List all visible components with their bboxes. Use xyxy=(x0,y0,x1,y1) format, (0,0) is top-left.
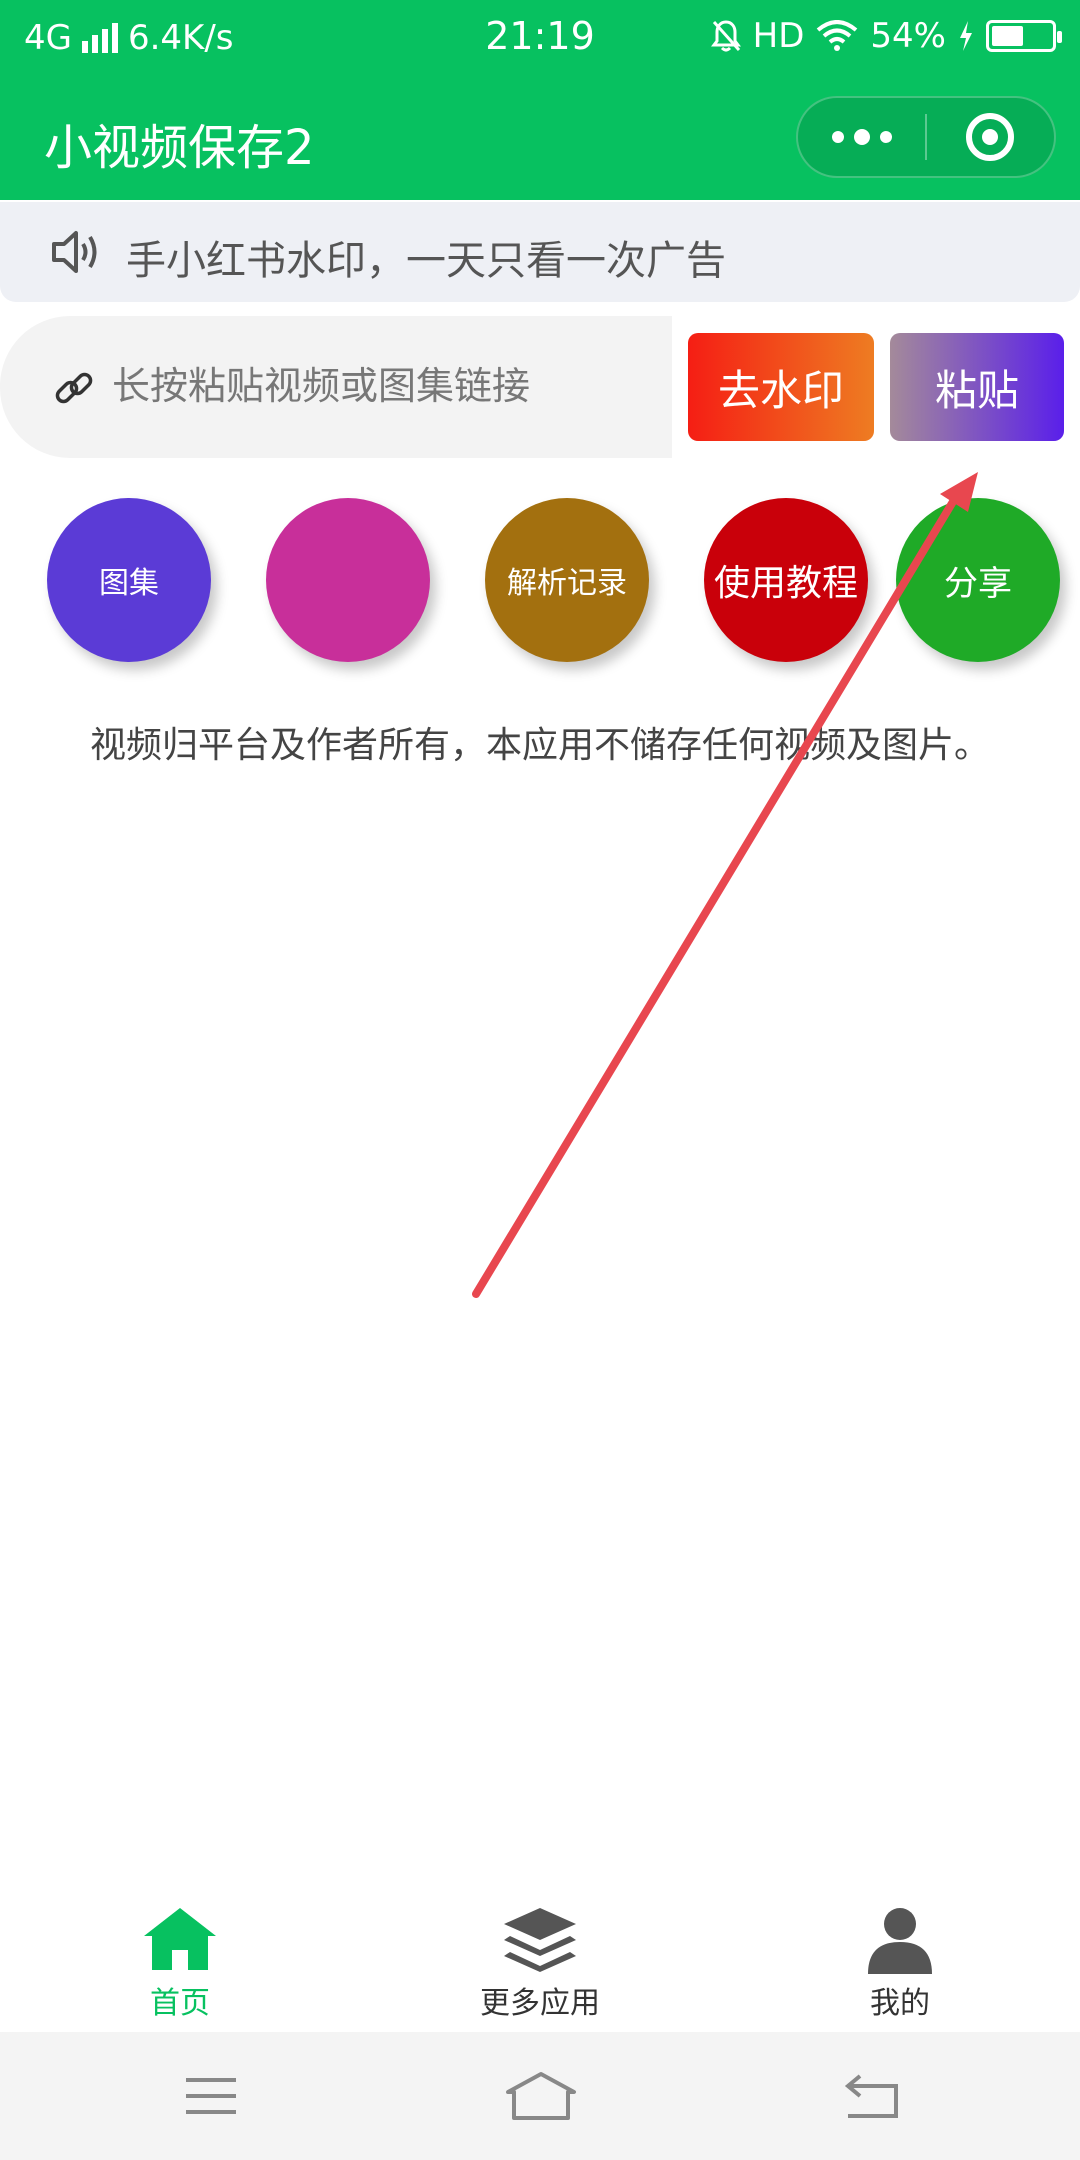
layers-icon xyxy=(504,1908,576,1972)
tab-mine[interactable]: 我的 xyxy=(790,1880,1010,2030)
tab-more-apps[interactable]: 更多应用 xyxy=(430,1880,650,2030)
target-ring-icon[interactable] xyxy=(927,96,1054,178)
notice-bar: 手小红书水印，一天只看一次广告 xyxy=(0,202,1080,302)
tab-home[interactable]: 首页 xyxy=(70,1880,290,2030)
disclaimer-text: 视频归平台及作者所有，本应用不储存任何视频及图片。 xyxy=(89,725,990,766)
system-nav-bar xyxy=(0,2032,1080,2160)
wifi-icon xyxy=(817,20,858,51)
tab-home-label: 首页 xyxy=(150,1986,210,2021)
remove-watermark-button[interactable]: 去水印 xyxy=(688,333,874,441)
battery-icon xyxy=(986,20,1062,52)
status-bar: 4G 6.4K/s 21:19 HD 54% xyxy=(0,0,1080,76)
charging-icon xyxy=(960,21,972,51)
share-button[interactable]: 分享 xyxy=(896,498,1060,662)
app-header: 4G 6.4K/s 21:19 HD 54% 小视频保存2 xyxy=(0,0,1080,200)
paste-button[interactable]: 粘贴 xyxy=(890,333,1064,441)
home-icon xyxy=(144,1908,216,1970)
link-icon xyxy=(55,372,93,404)
system-home-icon[interactable] xyxy=(496,2068,586,2124)
back-icon[interactable] xyxy=(826,2068,916,2124)
tab-mine-label: 我的 xyxy=(870,1986,930,2021)
page-title: 小视频保存2 xyxy=(44,120,315,176)
link-input-container[interactable] xyxy=(0,316,672,458)
notice-text: 手小红书水印，一天只看一次广告 xyxy=(126,238,726,284)
link-input[interactable] xyxy=(112,356,652,416)
hd-indicator: HD xyxy=(752,16,805,56)
speaker-icon xyxy=(52,231,97,273)
bell-off-icon xyxy=(710,20,741,52)
battery-percent: 54% xyxy=(870,16,946,56)
tab-more-apps-label: 更多应用 xyxy=(480,1986,600,2021)
battery-fill xyxy=(992,26,1023,46)
menu-icon[interactable] xyxy=(166,2068,256,2124)
tab-bar: 首页 更多应用 我的 xyxy=(0,1880,1080,2030)
parse-history-button[interactable]: 解析记录 xyxy=(485,498,649,662)
more-dots-icon[interactable] xyxy=(798,96,925,178)
miniprogram-capsule xyxy=(796,96,1056,178)
quick-action-blank-button[interactable] xyxy=(266,498,430,662)
status-right: HD 54% xyxy=(710,16,1062,56)
tutorial-button[interactable]: 使用教程 xyxy=(704,498,868,662)
user-icon xyxy=(868,1908,932,1974)
gallery-button[interactable]: 图集 xyxy=(47,498,211,662)
